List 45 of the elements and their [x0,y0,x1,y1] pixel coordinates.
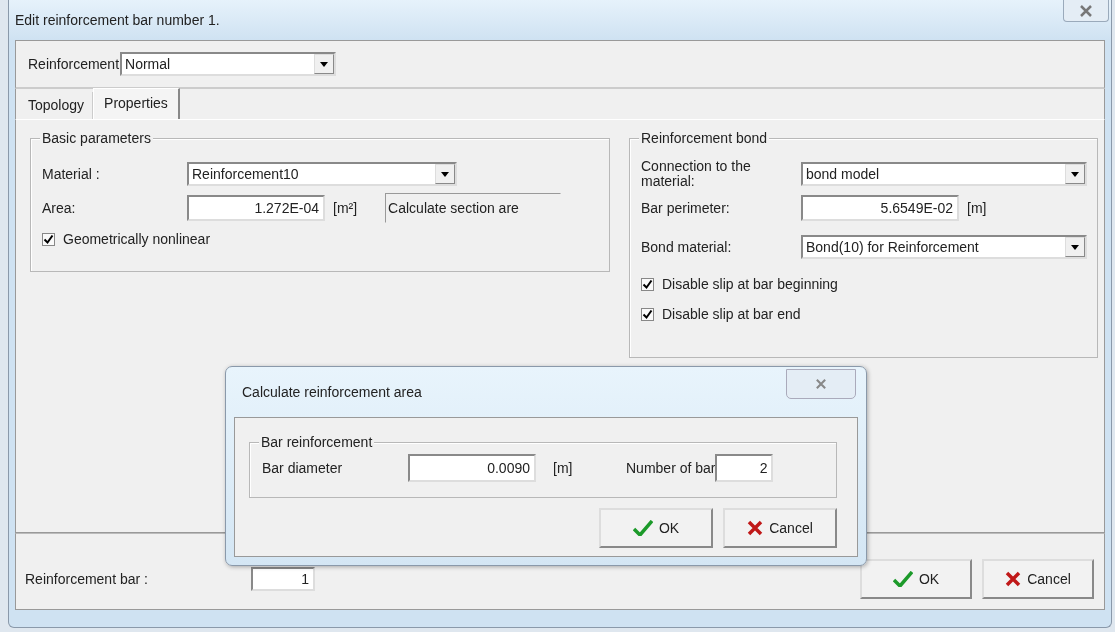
checkbox[interactable] [641,277,654,291]
calculate-section-button[interactable]: Calculate section are [385,193,562,223]
number-of-bar-label: Number of bar [626,460,716,476]
close-icon [1079,4,1093,17]
area-label: Area: [42,200,77,216]
reinforcement-bar-field[interactable]: 1 [251,566,315,591]
reinforcement-label: Reinforcement [28,56,120,72]
bond-material-dropdown[interactable]: Bond(10) for Reinforcement [801,235,1087,259]
group-title: Bar reinforcement [259,434,375,450]
tab[interactable]: Properties [93,88,180,119]
group-title: Reinforcement bond [639,130,770,146]
window-title: Edit reinforcement bar number 1. [15,12,220,28]
bar-perimeter-field[interactable]: 5.6549E-02 [801,195,959,221]
connection-dropdown[interactable]: bond model [801,162,1087,186]
check-icon [892,570,913,587]
connection-label: Connection to the material: [641,159,752,189]
bar-perimeter-label: Bar perimeter: [641,200,731,216]
bond-material-label: Bond material: [641,239,733,255]
cancel-button[interactable]: Cancel [982,558,1094,599]
reinforcement-bar-label: Reinforcement bar : [25,570,149,587]
number-of-bar-field[interactable]: 2 [715,454,774,482]
checkbox[interactable] [42,232,55,246]
checkbox-label: Disable slip at bar end [662,306,801,322]
bar-diameter-label: Bar diameter [262,460,344,476]
dialog-title: Calculate reinforcement area [242,384,422,400]
checkbox-label: Geometrically nonlinear [63,231,211,247]
ok-button[interactable]: OK [860,558,972,599]
cancel-button[interactable]: Cancel [723,508,837,548]
material-dropdown[interactable]: Reinforcement10 [187,162,457,186]
cross-icon [1005,570,1022,587]
checkbox-label: Disable slip at bar beginning [662,276,838,292]
reinforcement-dropdown[interactable]: Normal [120,52,337,76]
cross-icon [747,520,764,536]
unit-label: [m] [553,460,574,476]
ok-button[interactable]: OK [599,508,713,548]
close-button[interactable] [1063,0,1109,22]
bar-diameter-field[interactable]: 0.0090 [408,454,536,482]
check-icon [632,520,653,536]
group-title: Basic parameters [40,130,153,146]
material-label: Material : [42,166,101,182]
unit-label: [m²] [333,200,358,216]
close-icon [815,379,827,389]
checkbox[interactable] [641,307,654,321]
unit-label: [m] [967,200,987,216]
area-field[interactable]: 1.272E-04 [187,195,325,221]
